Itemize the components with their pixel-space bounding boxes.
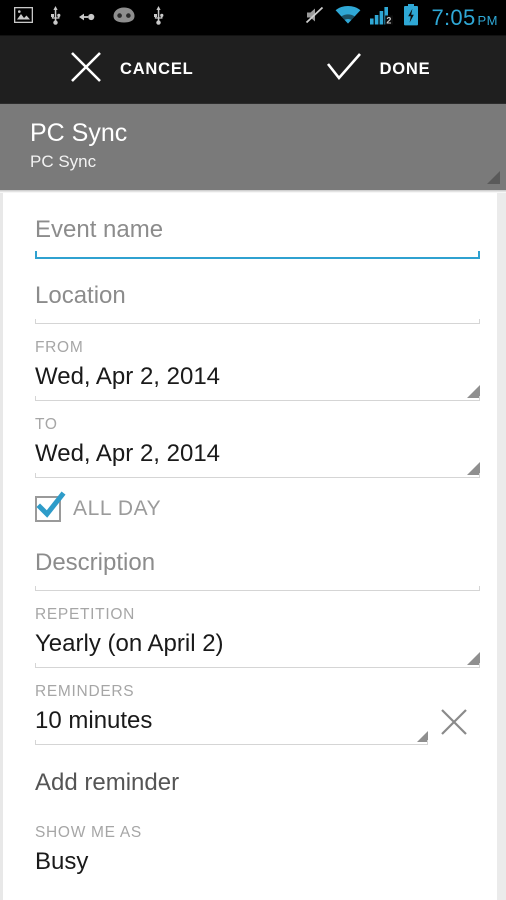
to-value: Wed, Apr 2, 2014	[35, 440, 221, 467]
from-date-field[interactable]: FROM Wed, Apr 2, 2014	[35, 324, 480, 400]
battery-charging-icon	[403, 4, 419, 31]
cyanogenmod-icon	[112, 6, 136, 29]
reminder-field[interactable]: REMINDERS 10 minutes	[35, 682, 428, 744]
reminder-row: REMINDERS 10 minutes	[35, 668, 480, 744]
event-form: Event name Location FROM Wed, Apr 2, 201…	[0, 193, 506, 900]
status-bar-clock: 7:05 PM	[431, 4, 498, 30]
all-day-checkbox-row[interactable]: ALL DAY	[35, 491, 480, 526]
calendar-account-selector[interactable]: PC Sync PC Sync	[0, 104, 506, 190]
event-name-field[interactable]: Event name	[35, 193, 480, 257]
usb-icon	[152, 5, 165, 30]
clock-ampm: PM	[477, 12, 498, 28]
event-name-placeholder: Event name	[35, 216, 164, 243]
repetition-field[interactable]: REPETITION Yearly (on April 2)	[35, 591, 480, 667]
repetition-label: REPETITION	[35, 606, 136, 623]
mute-icon	[304, 5, 326, 30]
account-name: PC Sync	[30, 119, 128, 147]
cancel-button-label: CANCEL	[120, 60, 194, 78]
image-icon	[13, 6, 34, 28]
clock-time: 7:05	[431, 4, 476, 30]
reminders-label: REMINDERS	[35, 683, 135, 700]
close-icon	[439, 707, 469, 742]
reminders-value: 10 minutes	[35, 707, 153, 734]
usb-transfer-icon	[78, 9, 96, 27]
description-placeholder: Description	[35, 549, 156, 576]
add-reminder-button[interactable]: Add reminder	[35, 745, 480, 805]
show-me-as-label: SHOW ME AS	[35, 824, 142, 841]
remove-reminder-button[interactable]	[428, 707, 480, 744]
show-me-as-value: Busy	[35, 848, 89, 875]
wifi-icon	[335, 5, 361, 30]
location-field[interactable]: Location	[35, 259, 480, 323]
from-label: FROM	[35, 339, 84, 356]
all-day-label: ALL DAY	[73, 497, 162, 520]
reminders-underline	[35, 740, 428, 745]
signal-2g-icon: 2	[370, 6, 394, 30]
calendar-name: PC Sync	[30, 152, 97, 171]
dropdown-triangle-icon	[487, 171, 500, 184]
all-day-checkbox[interactable]	[35, 491, 66, 522]
status-bar-system-icons: 2 7:05 PM	[304, 4, 498, 31]
done-button-label: DONE	[379, 60, 431, 78]
check-icon	[325, 50, 363, 89]
repetition-underline	[35, 663, 480, 668]
usb-icon	[49, 5, 62, 30]
to-underline	[35, 473, 480, 478]
status-bar-notification-icons	[13, 5, 304, 30]
status-bar: 2 7:05 PM	[0, 0, 506, 36]
cancel-button[interactable]: CANCEL	[55, 36, 208, 103]
done-button[interactable]: DONE	[311, 36, 445, 103]
to-date-field[interactable]: TO Wed, Apr 2, 2014	[35, 401, 480, 477]
svg-text:2: 2	[387, 15, 392, 25]
to-label: TO	[35, 416, 58, 433]
add-reminder-label: Add reminder	[35, 769, 180, 796]
show-me-as-field[interactable]: SHOW ME AS Busy	[35, 805, 480, 885]
from-value: Wed, Apr 2, 2014	[35, 363, 221, 390]
check-icon	[36, 491, 66, 518]
close-icon	[69, 50, 103, 89]
repetition-value: Yearly (on April 2)	[35, 630, 224, 657]
location-placeholder: Location	[35, 282, 126, 309]
action-bar: CANCEL DONE	[0, 36, 506, 104]
description-field[interactable]: Description	[35, 526, 480, 590]
event-editor-screen: 2 7:05 PM CANCEL DONE PC Sync PC Sync Ev…	[0, 0, 506, 900]
